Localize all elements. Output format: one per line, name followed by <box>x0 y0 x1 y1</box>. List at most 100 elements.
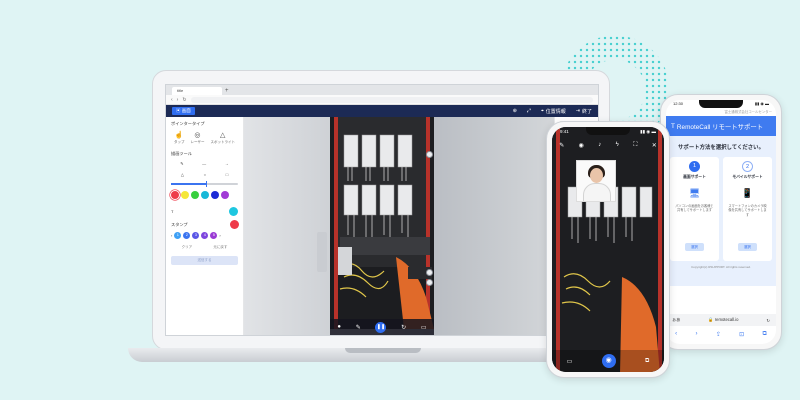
card-title: 画面サポート <box>683 175 706 179</box>
browser-tab[interactable]: title <box>172 87 222 95</box>
pen-icon[interactable]: ✎ <box>559 142 564 149</box>
stage-side-handle[interactable] <box>317 232 327 272</box>
text-tool-icon[interactable]: T <box>171 209 173 214</box>
forward-icon[interactable]: › <box>177 97 179 103</box>
stamp-item[interactable]: 2 <box>183 232 191 239</box>
text-color-dot[interactable] <box>229 207 238 216</box>
tabs-icon[interactable]: ⧉ <box>763 331 767 338</box>
app-body: ポインタータイプ ☝ タップ ◎ レーザー △ スポットライト 描画ツール ✎ — →… <box>166 117 598 335</box>
laptop-notch <box>345 348 421 353</box>
new-tab-icon[interactable]: + <box>225 87 229 95</box>
bookmarks-icon[interactable]: ⊡ <box>739 331 744 338</box>
phone-camera-view: 9:41 ▮▮ ◉ ▬ ✎ ◉ ♪ ϟ ⛶ ✕ ▭ ◉ ⧉ <box>546 121 670 378</box>
line-icon[interactable]: — <box>202 161 206 166</box>
location-button[interactable]: ⌖ 位置情報 <box>541 108 566 115</box>
slider-knob[interactable] <box>205 181 207 187</box>
pointer-icon[interactable]: ◉ <box>579 142 584 149</box>
refresh-icon[interactable]: ↻ <box>401 324 406 331</box>
safari-url-bar[interactable]: ぁあ 🔒 remotecall.io ↻ <box>666 314 776 326</box>
color-swatch[interactable] <box>181 191 189 199</box>
color-swatch[interactable] <box>211 191 219 199</box>
panel-illustration <box>330 117 434 329</box>
forward-icon[interactable]: › <box>695 331 697 337</box>
shared-video-stage: ● ✎ ❚❚ ↻ ▭ <box>244 117 554 335</box>
support-cards: 1 画面サポート 🖥 パソコンの画面をお客様と共有してサポートします 選択 2 … <box>670 157 772 261</box>
color-swatch[interactable] <box>221 191 229 199</box>
square-icon[interactable]: □ <box>226 172 228 177</box>
tool-label: スポットライト <box>210 140 235 144</box>
phone1-top-toolbar: ✎ ◉ ♪ ϟ ⛶ ✕ <box>552 139 664 151</box>
pen-icon[interactable]: ✎ <box>356 324 361 331</box>
phone1-status-bar: 9:41 ▮▮ ◉ ▬ <box>560 129 656 135</box>
stamp-next-icon[interactable]: › <box>219 233 220 238</box>
status-time: 9:41 <box>560 129 569 134</box>
pin-icon: ⌖ <box>540 108 544 114</box>
app-logo: ▣ 画面 <box>172 107 195 115</box>
clear-button[interactable]: クリア <box>182 245 193 250</box>
switch-camera-icon[interactable]: ⧉ <box>645 358 649 365</box>
brand-bar: T RemoteCall リモートサポート <box>666 116 776 136</box>
pause-button[interactable]: ❚❚ <box>375 321 387 333</box>
phone-notch <box>699 100 743 108</box>
capture-icon[interactable]: ⊕ <box>513 108 517 114</box>
reload-icon[interactable]: ↻ <box>182 97 186 103</box>
stamp-item[interactable]: 3 <box>192 232 200 239</box>
color-swatch[interactable] <box>201 191 209 199</box>
back-icon[interactable]: ‹ <box>171 97 173 103</box>
thickness-slider[interactable] <box>171 181 238 187</box>
laser-tool[interactable]: ◎ レーザー <box>191 131 205 145</box>
send-button[interactable]: 送信する <box>171 256 238 265</box>
remotecall-logo-icon: T <box>671 122 675 130</box>
triangle-icon[interactable]: △ <box>181 172 184 177</box>
color-swatch[interactable] <box>171 191 179 199</box>
tool-label: タップ <box>174 140 185 144</box>
zoom-out-icon[interactable] <box>426 279 433 286</box>
hand-icon: ☝ <box>174 132 184 139</box>
text-size-button[interactable]: ぁあ <box>672 317 680 323</box>
stamp-prev-icon[interactable]: ‹ <box>171 233 172 238</box>
gallery-icon[interactable]: ▭ <box>567 358 573 365</box>
pen-icon[interactable]: ✎ <box>180 161 183 166</box>
dot-icon[interactable]: ● <box>337 324 341 330</box>
safari-nav-bar: ‹ › ⇪ ⊡ ⧉ <box>666 328 776 340</box>
phone-support-page: 12:30 ▮▮ ◉ ▬ 富士通株式会社コールセンター T RemoteCall… <box>660 94 782 350</box>
browser-toolbar: ‹ › ↻ <box>166 95 598 105</box>
tools-panel: ポインタータイプ ☝ タップ ◎ レーザー △ スポットライト 描画ツール ✎ — →… <box>166 117 244 335</box>
screen-icon[interactable]: ▭ <box>421 324 427 331</box>
url-text: 🔒 remotecall.io <box>708 317 739 322</box>
camera-shutter-button[interactable]: ◉ <box>601 354 616 368</box>
flash-icon[interactable]: ϟ <box>616 142 619 148</box>
color-swatch[interactable] <box>191 191 199 199</box>
circle-icon[interactable]: ○ <box>204 172 206 177</box>
share-icon[interactable]: ⇪ <box>716 331 721 338</box>
select-button[interactable]: 選択 <box>738 243 757 251</box>
right-edge-camera-icon[interactable] <box>426 151 433 158</box>
address-bar[interactable] <box>190 96 593 103</box>
reload-icon[interactable]: ↻ <box>766 318 770 323</box>
support-card-mobile[interactable]: 2 モバイルサポート 📱 スマートフォンのカメラ映像を共有してサポートします 選… <box>723 157 772 261</box>
stamp-item[interactable]: 1 <box>174 232 182 239</box>
close-icon[interactable]: ✕ <box>652 142 657 149</box>
laptop-mockup: title + ‹ › ↻ ▣ 画面 ⊕ ⤢ ⌖ 位置情報 ⇥ 終了 ポインタータイ… <box>152 70 610 350</box>
spotlight-tool[interactable]: △ スポットライト <box>210 131 235 145</box>
fullscreen-icon[interactable]: ⤢ <box>527 108 531 114</box>
back-icon[interactable]: ‹ <box>675 331 677 337</box>
card-number: 2 <box>742 161 753 172</box>
expand-icon[interactable]: ⛶ <box>633 142 637 149</box>
stamp-item[interactable]: 4 <box>201 232 209 239</box>
mic-icon[interactable]: ♪ <box>598 142 601 148</box>
copyright: Copyright(c) RSUPPORT. All rights reserv… <box>691 265 751 269</box>
undo-button[interactable]: 元に戻す <box>213 245 227 250</box>
operator-video-tile[interactable] <box>576 160 616 202</box>
support-card-screen[interactable]: 1 画面サポート 🖥 パソコンの画面をお客様と共有してサポートします 選択 <box>670 157 719 261</box>
status-time: 12:30 <box>673 101 684 106</box>
arrow-icon[interactable]: → <box>225 161 229 166</box>
laptop-screen: title + ‹ › ↻ ▣ 画面 ⊕ ⤢ ⌖ 位置情報 ⇥ 終了 ポインタータイ… <box>165 84 599 336</box>
tap-tool[interactable]: ☝ タップ <box>174 131 185 145</box>
stamp-title: スタンプ <box>171 222 188 227</box>
company-caption: 富士通株式会社コールセンター <box>724 110 772 114</box>
exit-button[interactable]: ⇥ 終了 <box>576 108 592 115</box>
stamp-item[interactable]: 5 <box>210 232 218 239</box>
zoom-in-icon[interactable] <box>426 269 433 276</box>
select-button[interactable]: 選択 <box>685 243 704 251</box>
